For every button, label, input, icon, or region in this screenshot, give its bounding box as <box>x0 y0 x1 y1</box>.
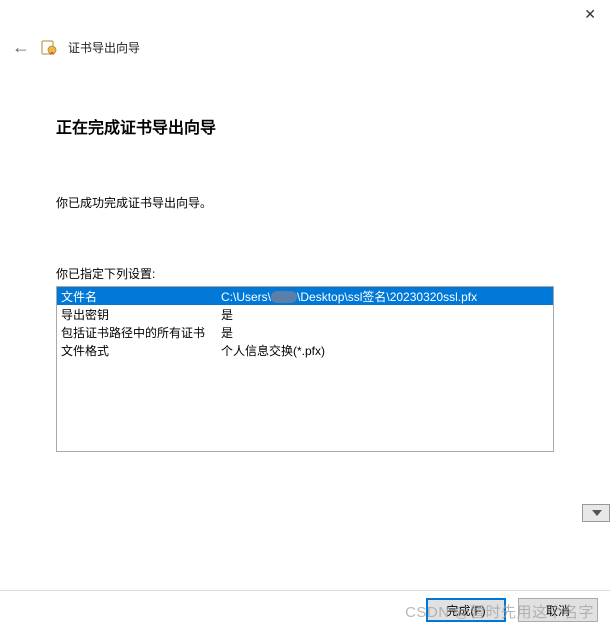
settings-label: 你已指定下列设置: <box>56 265 554 282</box>
certificate-icon <box>40 38 58 56</box>
settings-row-format[interactable]: 文件格式 个人信息交换(*.pfx) <box>57 341 553 359</box>
settings-key: 文件格式 <box>61 342 221 358</box>
close-icon[interactable]: ✕ <box>584 6 596 23</box>
settings-list: 文件名 C:\Users\\Desktop\ssl签名\20230320ssl.… <box>56 286 554 452</box>
settings-key: 文件名 <box>61 288 221 304</box>
wizard-title: 证书导出向导 <box>68 39 140 56</box>
footer-divider <box>0 590 610 591</box>
cancel-button[interactable]: 取消 <box>518 598 598 622</box>
finish-button[interactable]: 完成(F) <box>426 598 506 622</box>
settings-row-includepath[interactable]: 包括证书路径中的所有证书 是 <box>57 323 553 341</box>
settings-key: 导出密钥 <box>61 306 221 322</box>
wizard-content: 正在完成证书导出向导 你已成功完成证书导出向导。 你已指定下列设置: 文件名 C… <box>0 62 610 452</box>
settings-row-exportkey[interactable]: 导出密钥 是 <box>57 305 553 323</box>
instruction-text: 你已成功完成证书导出向导。 <box>56 194 554 211</box>
settings-value: 个人信息交换(*.pfx) <box>221 342 549 358</box>
redacted-segment <box>271 291 297 303</box>
wizard-header: ← 证书导出向导 <box>0 0 610 62</box>
settings-row-filename[interactable]: 文件名 C:\Users\\Desktop\ssl签名\20230320ssl.… <box>57 287 553 305</box>
paste-options-icon[interactable] <box>582 504 610 522</box>
page-title: 正在完成证书导出向导 <box>56 114 554 138</box>
settings-value: 是 <box>221 324 549 340</box>
back-arrow-icon[interactable]: ← <box>12 38 30 56</box>
wizard-footer: 完成(F) 取消 <box>426 598 598 622</box>
settings-key: 包括证书路径中的所有证书 <box>61 324 221 340</box>
settings-value: 是 <box>221 306 549 322</box>
settings-value: C:\Users\\Desktop\ssl签名\20230320ssl.pfx <box>221 288 549 304</box>
